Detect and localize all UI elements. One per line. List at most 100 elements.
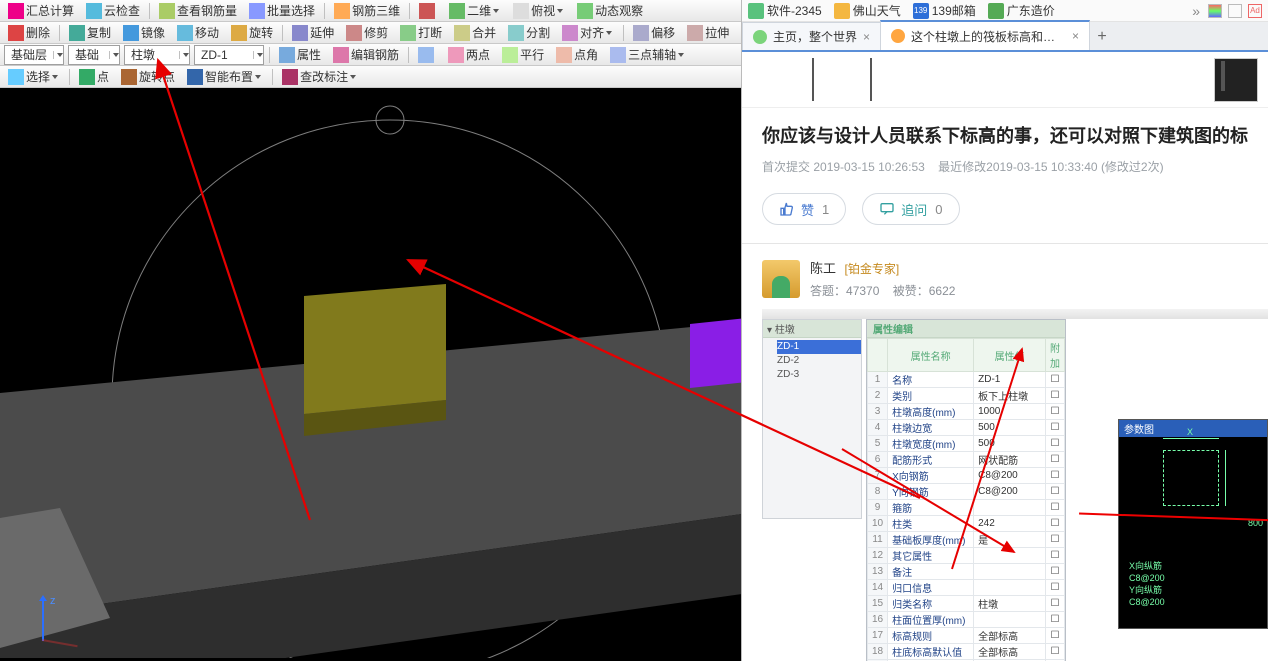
article-block: 你应该与设计人员联系下标高的事，还可以对照下建筑图的标 首次提交 2019-03…: [742, 108, 1268, 244]
btn-properties[interactable]: 属性: [274, 45, 326, 65]
property-row[interactable]: 2类别板下上柱墩☐: [868, 388, 1065, 404]
btn-merge[interactable]: 合并: [449, 23, 501, 43]
toolbar-row-2: 删除 复制 镜像 移动 旋转 延伸 修剪 打断 合并 分割 对齐 偏移 拉伸: [0, 22, 741, 44]
combo-component[interactable]: 柱墩: [124, 45, 190, 65]
bookmark-software-2345[interactable]: 软件-2345: [748, 2, 822, 19]
property-grid: 属性编辑 属性名称 属性值 附加 1名称ZD-1☐2类别板下上柱墩☐3柱墩高度(…: [866, 319, 1066, 661]
axis-gizmo: z: [20, 591, 80, 651]
bookmark-foshan-weather[interactable]: 佛山天气: [834, 2, 901, 19]
adblock-icon[interactable]: Ad: [1248, 4, 1262, 18]
close-icon[interactable]: ×: [1072, 29, 1079, 43]
property-row[interactable]: 10柱类242☐: [868, 516, 1065, 532]
tree-item[interactable]: ZD-3: [777, 368, 861, 382]
combo-floor[interactable]: 基础层: [4, 45, 64, 65]
btn-trim[interactable]: 修剪: [341, 23, 393, 43]
article-title: 你应该与设计人员联系下标高的事，还可以对照下建筑图的标: [762, 122, 1248, 148]
btn-break[interactable]: 打断: [395, 23, 447, 43]
user-stats: 答题：47370 被赞：6622: [810, 282, 955, 299]
btn-dynamic-orbit[interactable]: 动态观察: [572, 1, 648, 21]
avatar[interactable]: [762, 260, 800, 298]
btn-point[interactable]: 点: [74, 67, 114, 87]
btn-check-edit-annot[interactable]: 查改标注: [277, 67, 363, 87]
btn-edit-rebar[interactable]: 编辑钢筋: [328, 45, 404, 65]
btn-summary-calc[interactable]: 汇总计算: [3, 1, 79, 21]
component-tree: ▾ 柱墩 ZD-1 ZD-2 ZD-3: [762, 319, 862, 519]
bookmark-139-mail[interactable]: 139139邮箱: [913, 2, 976, 19]
btn-offset[interactable]: 偏移: [628, 23, 680, 43]
btn-delete[interactable]: 删除: [3, 23, 55, 43]
btn-stretch[interactable]: 拉伸: [682, 23, 734, 43]
btn-rotate[interactable]: 旋转: [226, 23, 278, 43]
property-row[interactable]: 5柱墩宽度(mm)500☐: [868, 436, 1065, 452]
tab-strip: 主页，整个世界 × 这个柱墩上的筏板标高和筏板标 × +: [742, 22, 1268, 52]
3d-viewport[interactable]: z: [0, 88, 741, 661]
property-row[interactable]: 13备注☐: [868, 564, 1065, 580]
toolbar-row-3: 基础层 基础 柱墩 ZD-1 属性 编辑钢筋 两点 平行 点角 三点辅轴: [0, 44, 741, 66]
property-row[interactable]: 3柱墩高度(mm)1000☐: [868, 404, 1065, 420]
bookmark-overflow[interactable]: »: [1192, 3, 1200, 19]
btn-rotate-point[interactable]: 旋转点: [116, 67, 180, 87]
property-row[interactable]: 7X向钢筋C8@200☐: [868, 468, 1065, 484]
property-row[interactable]: 16柱面位置厚(mm)☐: [868, 612, 1065, 628]
article-meta: 首次提交 2019-03-15 10:26:53 最近修改2019-03-15 …: [762, 158, 1248, 175]
axis-z-label: z: [50, 595, 56, 607]
btn-align[interactable]: 对齐: [557, 23, 619, 43]
property-row[interactable]: 14归口信息☐: [868, 580, 1065, 596]
btn-view-rebar-qty[interactable]: 批量选择: [244, 1, 320, 21]
tab-title: 主页，整个世界: [773, 28, 857, 45]
tab-favicon: [891, 29, 905, 43]
property-row[interactable]: 17标高规则全部标高☐: [868, 628, 1065, 644]
apps-icon[interactable]: [1208, 4, 1222, 18]
close-icon[interactable]: ×: [863, 30, 870, 44]
embedded-screenshot: ▾ 柱墩 ZD-1 ZD-2 ZD-3 属性编辑: [762, 309, 1268, 639]
btn-three-point-axis[interactable]: 三点辅轴: [605, 45, 691, 65]
btn-point-angle[interactable]: 点角: [551, 45, 603, 65]
btn-2d[interactable]: 二维: [444, 1, 506, 21]
btn-smart-layout[interactable]: 智能布置: [182, 67, 268, 87]
parameter-diagram: 参数图 800 X向纵筋 C8@200 Y向纵筋 C8@200: [1118, 419, 1268, 629]
property-row[interactable]: 15归类名称柱墩☐: [868, 596, 1065, 612]
btn-extend[interactable]: 延伸: [287, 23, 339, 43]
article-actions: 赞1 追问0: [762, 193, 1248, 225]
bookmark-guangdong-cost[interactable]: 广东造价: [988, 2, 1055, 19]
property-row[interactable]: 12其它属性☐: [868, 548, 1065, 564]
btn-batch-select[interactable]: 钢筋三维: [329, 1, 405, 21]
answer-user-name[interactable]: 陈工: [810, 261, 836, 276]
cad-application: 汇总计算 云检查 查看钢筋量 批量选择 钢筋三维 二维 俯视 动态观察 删除 复…: [0, 0, 742, 661]
bookmark-toggle-icon[interactable]: [1228, 4, 1242, 18]
browser-controls: Ad: [1208, 4, 1262, 18]
btn-copy[interactable]: 复制: [64, 23, 116, 43]
tab-favicon: [753, 30, 767, 44]
user-badge: [铂金专家]: [844, 262, 899, 276]
property-row[interactable]: 6配筋形式网状配筋☐: [868, 452, 1065, 468]
btn-two-point[interactable]: 两点: [443, 45, 495, 65]
combo-category[interactable]: 基础: [68, 45, 120, 65]
property-row[interactable]: 9箍筋☐: [868, 500, 1065, 516]
btn-move[interactable]: 移动: [172, 23, 224, 43]
btn-mirror[interactable]: 镜像: [118, 23, 170, 43]
btn-split[interactable]: 分割: [503, 23, 555, 43]
btn-top-view[interactable]: 俯视: [508, 1, 570, 21]
tab-home[interactable]: 主页，整个世界 ×: [742, 22, 881, 50]
btn-rebar-3d[interactable]: [414, 1, 442, 21]
property-row[interactable]: 1名称ZD-1☐: [868, 372, 1065, 388]
property-row[interactable]: 4柱墩边宽500☐: [868, 420, 1065, 436]
btn-find-element[interactable]: 查看钢筋量: [154, 1, 242, 21]
tree-item[interactable]: ZD-1: [777, 340, 861, 354]
chat-icon: [879, 201, 895, 217]
thumbnail[interactable]: [1214, 58, 1258, 102]
btn-cloud-check[interactable]: 云检查: [81, 1, 145, 21]
btn-parallel[interactable]: 平行: [497, 45, 549, 65]
like-button[interactable]: 赞1: [762, 193, 846, 225]
bookmark-bar: 软件-2345 佛山天气 139139邮箱 广东造价 » Ad: [742, 0, 1268, 22]
property-row[interactable]: 18柱底标高默认值全部标高☐: [868, 644, 1065, 660]
btn-select[interactable]: 选择: [3, 67, 65, 87]
followup-button[interactable]: 追问0: [862, 193, 959, 225]
tab-question[interactable]: 这个柱墩上的筏板标高和筏板标 ×: [880, 20, 1090, 50]
tree-item[interactable]: ZD-2: [777, 354, 861, 368]
combo-instance[interactable]: ZD-1: [194, 45, 264, 65]
property-row[interactable]: 11基础板厚度(mm)是☐: [868, 532, 1065, 548]
property-row[interactable]: 8Y向钢筋C8@200☐: [868, 484, 1065, 500]
btn-icon-a[interactable]: [413, 45, 441, 65]
new-tab-button[interactable]: +: [1089, 24, 1115, 50]
